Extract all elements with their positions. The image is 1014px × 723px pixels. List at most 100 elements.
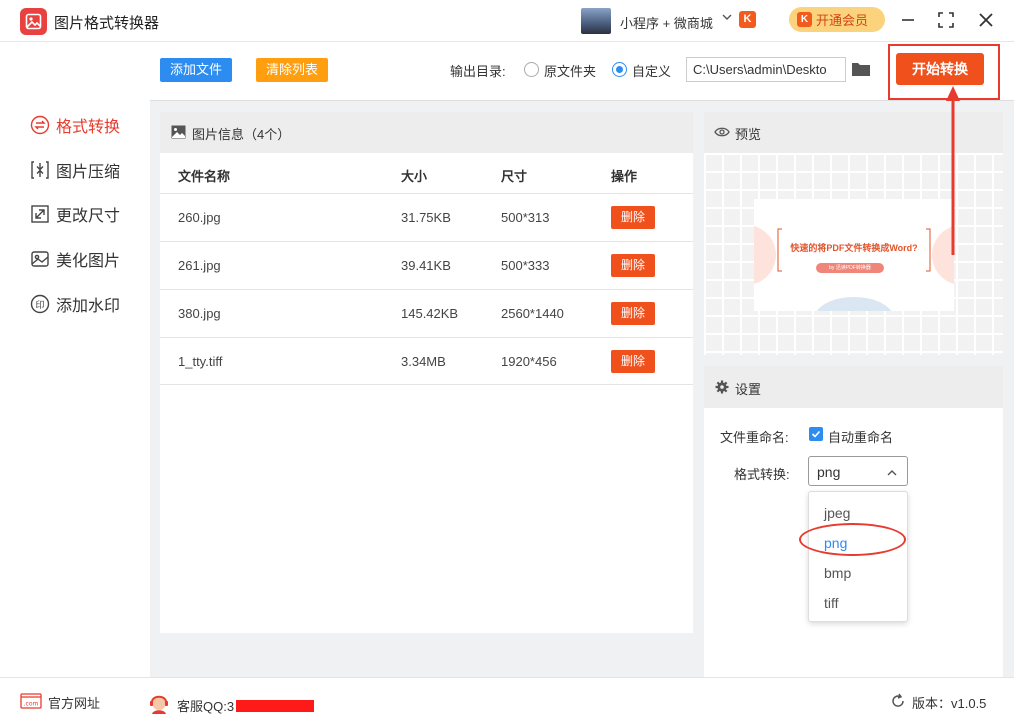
file-dims: 1920*456 <box>501 354 557 369</box>
file-list-panel: 图片信息（4个） 文件名称 大小 尺寸 操作 260.jpg 31.75KB 5… <box>160 112 693 633</box>
column-header-dims: 尺寸 <box>501 169 528 184</box>
format-select[interactable]: png <box>808 456 908 486</box>
footer: .com 官方网址 客服QQ:3 版本：v1.0.5 <box>0 677 1014 723</box>
output-dir-label: 输出目录: <box>450 64 506 79</box>
sidebar-item-compress[interactable]: 图片压缩 <box>30 158 120 182</box>
sidebar-item-label: 更改尺寸 <box>56 208 121 225</box>
svg-text:印: 印 <box>35 299 44 311</box>
png-highlight-ellipse <box>799 523 906 556</box>
delete-button[interactable]: 删除 <box>611 350 655 373</box>
vip-k-icon: K <box>797 12 812 27</box>
format-select-value: png <box>817 464 841 480</box>
format-option-bmp[interactable]: bmp <box>809 558 907 588</box>
svg-text:.com: .com <box>24 701 39 708</box>
output-path-field[interactable]: C:\Users\admin\Deskto <box>686 57 846 82</box>
image-icon <box>171 125 186 139</box>
preview-title: 预览 <box>735 127 762 142</box>
chevron-down-icon[interactable] <box>722 12 732 25</box>
sidebar-item-label: 图片压缩 <box>56 164 121 181</box>
sidebar-item-beautify[interactable]: 美化图片 <box>30 247 120 271</box>
app-logo-icon <box>20 8 47 35</box>
checkmark-icon <box>811 430 821 438</box>
column-header-action: 操作 <box>611 169 638 184</box>
column-header-name: 文件名称 <box>178 169 231 184</box>
watermark-icon: 印 <box>30 294 50 314</box>
preview-image: 快速的将PDF文件转换成Word? by 迅读PDF转换器 <box>754 199 954 311</box>
format-convert-icon <box>30 115 50 135</box>
maximize-icon[interactable] <box>932 6 960 34</box>
format-option-tiff[interactable]: tiff <box>809 588 907 618</box>
sidebar-item-format-convert[interactable]: 格式转换 <box>30 113 120 137</box>
website-icon: .com <box>20 693 42 712</box>
close-icon[interactable] <box>972 6 1000 34</box>
preview-area: 快速的将PDF文件转换成Word? by 迅读PDF转换器 <box>704 153 1003 355</box>
preview-card-title: 快速的将PDF文件转换成Word? <box>790 243 918 253</box>
beautify-icon <box>30 249 50 269</box>
clear-list-button[interactable]: 清除列表 <box>256 58 328 82</box>
preview-header: 预览 <box>704 112 1003 153</box>
version-label: 版本：v1.0.5 <box>912 696 987 711</box>
file-dims: 500*333 <box>501 258 550 273</box>
delete-button[interactable]: 删除 <box>611 254 655 277</box>
redacted-number <box>236 699 315 712</box>
gear-icon <box>715 380 729 397</box>
delete-button[interactable]: 删除 <box>611 302 655 325</box>
preview-card-pill: by 迅读PDF转换器 <box>816 263 884 273</box>
rename-label: 文件重命名: <box>720 430 789 445</box>
radio-custom-label[interactable]: 自定义 <box>632 61 671 80</box>
mini-program-label[interactable]: 小程序 + 微商城 <box>620 13 713 32</box>
support-agent-icon <box>147 693 171 718</box>
compress-icon <box>30 160 50 180</box>
sidebar-item-resize[interactable]: 更改尺寸 <box>30 202 120 226</box>
file-size: 39.41KB <box>401 258 451 273</box>
version-info: 版本：v1.0.5 <box>890 693 986 712</box>
folder-icon[interactable] <box>851 61 871 77</box>
radio-original-label[interactable]: 原文件夹 <box>544 61 596 80</box>
official-site-label: 官方网址 <box>48 696 101 711</box>
format-label: 格式转换: <box>734 467 790 482</box>
file-dims: 2560*1440 <box>501 306 564 321</box>
sidebar-item-label: 美化图片 <box>56 253 121 270</box>
file-name: 1_tty.tiff <box>178 354 223 369</box>
file-name: 260.jpg <box>178 210 221 225</box>
account-avatar[interactable] <box>581 8 611 34</box>
settings-title: 设置 <box>735 382 762 397</box>
vip-button-label: 开通会员 <box>816 13 869 28</box>
file-name: 261.jpg <box>178 258 221 273</box>
support-qq[interactable]: 客服QQ:3 <box>147 693 315 718</box>
sidebar-item-watermark[interactable]: 印 添加水印 <box>30 292 120 316</box>
file-name: 380.jpg <box>178 306 221 321</box>
support-qq-label: 客服QQ:3 <box>177 699 235 714</box>
radio-custom[interactable] <box>612 62 627 77</box>
start-convert-button[interactable]: 开始转换 <box>896 53 984 85</box>
sidebar: 格式转换 图片压缩 更改尺寸 美化图片 印 添加水印 <box>0 43 150 677</box>
sidebar-item-label: 添加水印 <box>56 298 121 315</box>
title-bar: 图片格式转换器 小程序 + 微商城 K K 开通会员 <box>0 0 1014 42</box>
vip-button[interactable]: K 开通会员 <box>789 7 885 32</box>
file-size: 3.34MB <box>401 354 446 369</box>
chevron-up-icon <box>887 466 897 476</box>
radio-original-folder[interactable] <box>524 62 539 77</box>
auto-rename-label[interactable]: 自动重命名 <box>828 427 893 446</box>
table-row: 260.jpg 31.75KB 500*313 删除 <box>160 193 693 241</box>
minimize-icon[interactable] <box>894 6 922 34</box>
delete-button[interactable]: 删除 <box>611 206 655 229</box>
sidebar-item-label: 格式转换 <box>56 119 121 136</box>
file-dims: 500*313 <box>501 210 550 225</box>
file-size: 145.42KB <box>401 306 459 321</box>
app-title: 图片格式转换器 <box>54 15 160 32</box>
add-file-button[interactable]: 添加文件 <box>160 58 232 82</box>
table-row: 1_tty.tiff 3.34MB 1920*456 删除 <box>160 337 693 385</box>
official-site-link[interactable]: .com 官方网址 <box>20 693 100 712</box>
toolbar: 添加文件 清除列表 输出目录: 原文件夹 自定义 C:\Users\admin\… <box>150 43 1014 101</box>
table-row: 261.jpg 39.41KB 500*333 删除 <box>160 241 693 289</box>
file-size: 31.75KB <box>401 210 451 225</box>
table-row: 380.jpg 145.42KB 2560*1440 删除 <box>160 289 693 337</box>
auto-rename-checkbox[interactable] <box>809 427 823 441</box>
resize-icon <box>30 204 50 224</box>
refresh-icon[interactable] <box>890 693 906 712</box>
file-list-title: 图片信息（4个） <box>192 127 291 142</box>
brand-k-icon: K <box>739 11 756 28</box>
eye-icon <box>714 126 730 141</box>
column-header-size: 大小 <box>401 169 428 184</box>
